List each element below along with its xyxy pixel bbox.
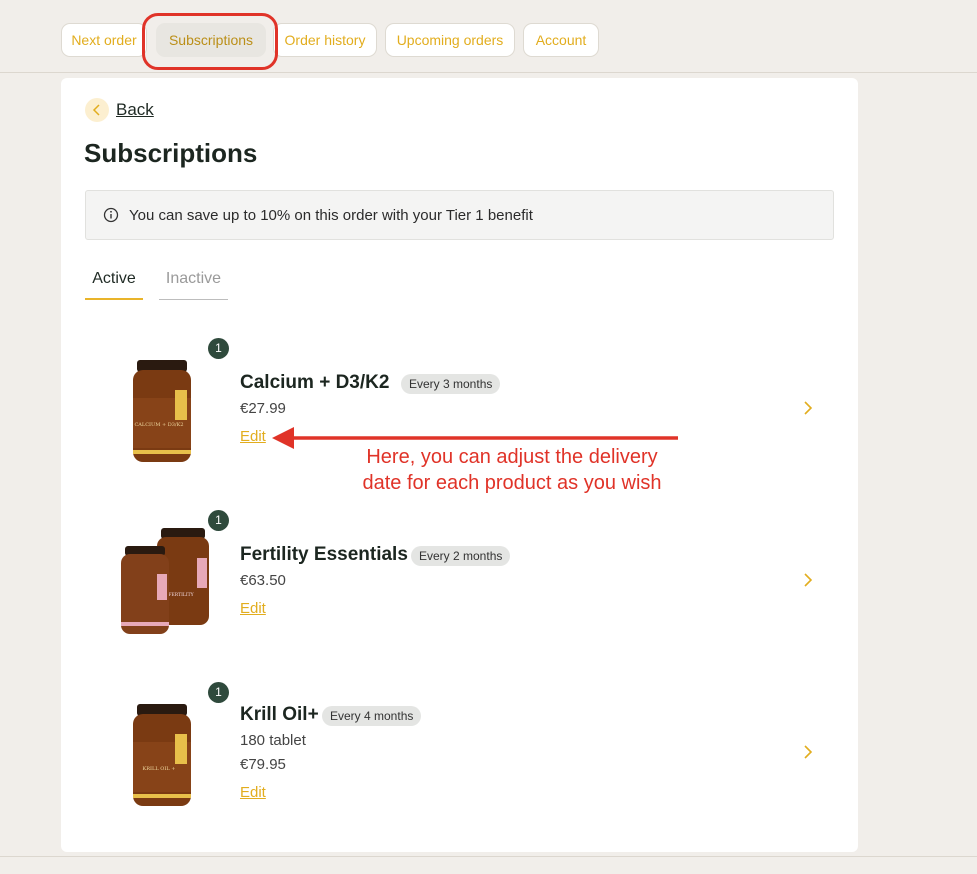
page-title: Subscriptions (84, 138, 258, 168)
back-label: Back (116, 100, 154, 119)
nav-account[interactable]: Account (523, 23, 599, 57)
product-name: Krill Oil+ (240, 704, 319, 725)
chevron-right-icon[interactable] (803, 744, 813, 760)
product-price: €79.95 (240, 756, 286, 773)
product-price: €63.50 (240, 572, 286, 589)
chevron-right-icon[interactable] (803, 572, 813, 588)
annotation-line-1: Here, you can adjust the delivery (366, 446, 658, 468)
tab-active[interactable]: Active (85, 258, 143, 300)
chevron-right-icon[interactable] (803, 400, 813, 416)
nav-upcoming-orders[interactable]: Upcoming orders (385, 23, 515, 57)
bottle-label-text: KRILL OIL + (143, 766, 176, 772)
product-name: Calcium + D3/K2 (240, 372, 390, 393)
quantity-badge: 1 (208, 338, 229, 359)
nav-next-order[interactable]: Next order (61, 23, 147, 57)
product-image-krill-oil: KRILL OIL + (133, 704, 191, 806)
bottle-label-text: FERTILITY (168, 592, 194, 598)
quantity-badge: 1 (208, 510, 229, 531)
back-chevron-icon (85, 98, 109, 122)
annotation-text: Here, you can adjust the delivery date f… (337, 444, 687, 496)
frequency-badge: Every 2 months (411, 546, 511, 566)
info-icon (103, 207, 119, 223)
edit-link[interactable]: Edit (240, 784, 266, 801)
top-nav: Next order Subscriptions Order history U… (0, 0, 977, 73)
edit-link[interactable]: Edit (240, 428, 266, 445)
quantity-badge: 1 (208, 682, 229, 703)
subscription-row-fertility[interactable]: FERTILITY 1 Fertility Essentials Every 2… (61, 510, 858, 650)
product-image-fertility: FERTILITY (121, 528, 209, 634)
frequency-badge: Every 4 months (322, 706, 422, 726)
product-name: Fertility Essentials (240, 544, 408, 565)
frequency-badge: Every 3 months (401, 374, 501, 394)
tab-inactive[interactable]: Inactive (159, 258, 228, 300)
annotation-line-2: date for each product as you wish (362, 472, 662, 494)
product-price: €27.99 (240, 400, 286, 417)
subscription-row-krill-oil[interactable]: KRILL OIL + 1 Krill Oil+ Every 4 months … (61, 682, 858, 822)
product-subtitle: 180 tablet (240, 732, 306, 749)
bottom-divider (0, 856, 977, 857)
bottle-label-text: CALCIUM + D3/K2 (134, 422, 183, 428)
edit-link[interactable]: Edit (240, 600, 266, 617)
nav-order-history[interactable]: Order history (273, 23, 377, 57)
notice-text: You can save up to 10% on this order wit… (129, 206, 533, 224)
product-image-calcium: CALCIUM + D3/K2 (133, 360, 191, 462)
nav-subscriptions[interactable]: Subscriptions (156, 23, 266, 57)
tier-benefit-notice: You can save up to 10% on this order wit… (85, 190, 834, 240)
back-link[interactable]: Back (85, 98, 154, 122)
